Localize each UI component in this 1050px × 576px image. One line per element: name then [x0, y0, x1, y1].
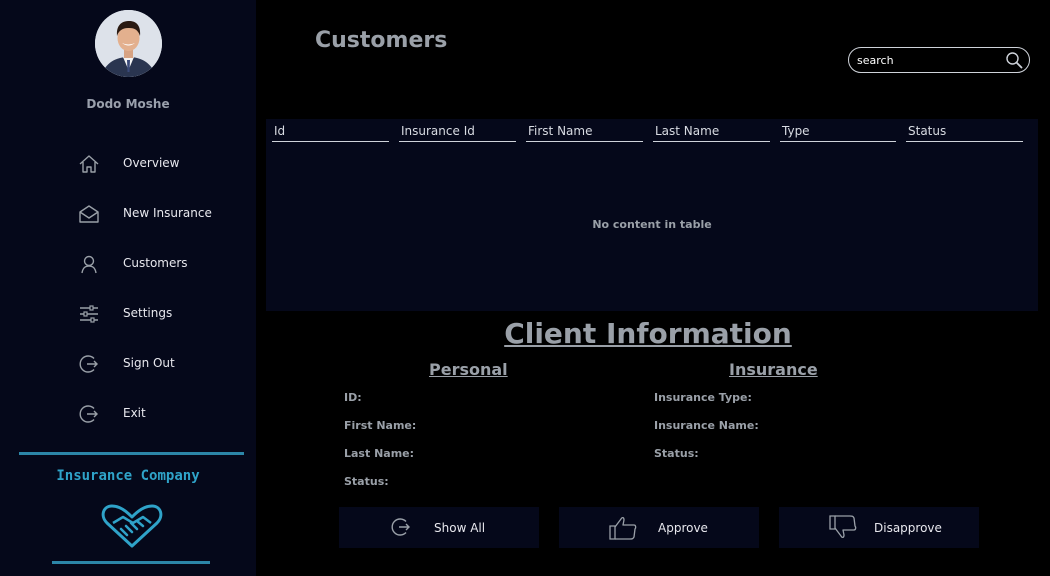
- brand-divider-top: [19, 452, 244, 455]
- thumbs-up-icon: [609, 516, 637, 540]
- sidebar-item-label: Exit: [123, 406, 146, 420]
- insurance-section-title: Insurance: [729, 360, 818, 379]
- user-icon: [81, 255, 97, 274]
- envelope-icon: [79, 205, 99, 223]
- sidebar-item-label: New Insurance: [123, 206, 212, 220]
- personal-id-label: ID:: [344, 391, 362, 404]
- home-icon: [79, 155, 99, 173]
- column-header-id[interactable]: Id: [272, 124, 389, 142]
- column-header-insurance-id[interactable]: Insurance Id: [399, 124, 516, 142]
- brand-divider-bottom: [52, 561, 210, 564]
- column-header-last-name[interactable]: Last Name: [653, 124, 770, 142]
- sidebar-item-new-insurance[interactable]: New Insurance: [78, 203, 248, 227]
- sidebar-item-label: Overview: [123, 156, 180, 170]
- page-title: Customers: [315, 28, 448, 53]
- table-empty-message: No content in table: [592, 218, 712, 231]
- sidebar-item-exit[interactable]: Exit: [78, 403, 248, 427]
- column-header-first-name[interactable]: First Name: [526, 124, 643, 142]
- search-icon[interactable]: [1005, 51, 1023, 69]
- avatar: [95, 10, 162, 77]
- sidebar-item-settings[interactable]: Settings: [78, 303, 248, 327]
- search-input[interactable]: [857, 51, 997, 69]
- search-box: [848, 47, 1030, 73]
- sign-out-icon: [79, 355, 98, 373]
- disapprove-button[interactable]: Disapprove: [779, 507, 979, 548]
- approve-label: Approve: [658, 521, 708, 535]
- insurance-name-label: Insurance Name:: [654, 419, 759, 432]
- show-all-label: Show All: [434, 521, 486, 535]
- insurance-type-label: Insurance Type:: [654, 391, 752, 404]
- show-all-button[interactable]: Show All: [339, 507, 539, 548]
- sidebar-item-label: Sign Out: [123, 356, 175, 370]
- sidebar-item-label: Customers: [123, 256, 188, 270]
- user-name: Dodo Moshe: [86, 97, 170, 111]
- sidebar-item-overview[interactable]: Overview: [78, 153, 248, 177]
- approve-button[interactable]: Approve: [559, 507, 759, 548]
- sidebar-item-customers[interactable]: Customers: [78, 253, 248, 277]
- sidebar: Dodo Moshe Overview New Insurance Custom…: [0, 0, 256, 576]
- exit-icon: [79, 405, 98, 423]
- personal-last-name-label: Last Name:: [344, 447, 415, 460]
- personal-status-label: Status:: [344, 475, 389, 488]
- sliders-icon: [80, 305, 98, 323]
- handshake-heart-icon: [101, 504, 163, 548]
- column-header-status[interactable]: Status: [906, 124, 1023, 142]
- sign-out-icon: [391, 518, 410, 536]
- sidebar-item-label: Settings: [123, 306, 173, 320]
- column-header-type[interactable]: Type: [780, 124, 896, 142]
- insurance-status-label: Status:: [654, 447, 699, 460]
- disapprove-label: Disapprove: [874, 521, 942, 535]
- client-information-title: Client Information: [504, 317, 792, 350]
- sidebar-item-sign-out[interactable]: Sign Out: [78, 353, 248, 377]
- brand-name: Insurance Company: [56, 468, 200, 484]
- personal-section-title: Personal: [429, 360, 508, 379]
- thumbs-down-icon: [829, 515, 857, 539]
- personal-first-name-label: First Name:: [344, 419, 417, 432]
- customers-table: Id Insurance Id First Name Last Name Typ…: [266, 119, 1038, 311]
